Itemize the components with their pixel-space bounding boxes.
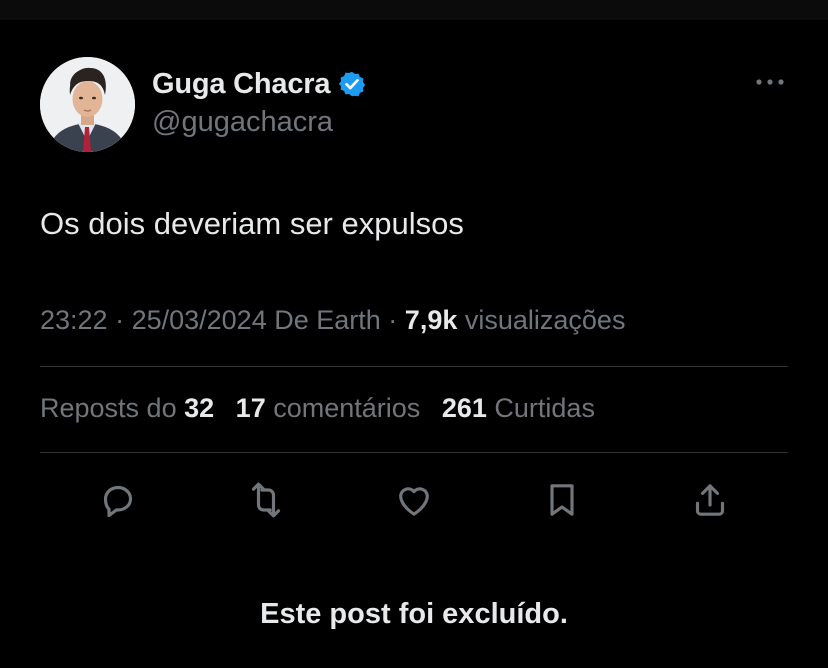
repost-button[interactable] — [238, 472, 294, 528]
avatar[interactable] — [40, 57, 135, 152]
author-handle[interactable]: @gugachacra — [152, 106, 333, 139]
comments-label: comentários — [273, 393, 421, 423]
tweet-date[interactable]: 25/03/2024 — [132, 305, 267, 335]
more-horizontal-icon — [756, 79, 784, 85]
bookmark-button[interactable] — [534, 472, 590, 528]
bookmark-icon — [550, 484, 574, 516]
reply-button[interactable] — [90, 472, 146, 528]
views-count[interactable]: 7,9k — [405, 305, 458, 335]
reposts-count: 32 — [184, 393, 215, 423]
divider — [40, 452, 788, 453]
verified-badge-icon[interactable] — [338, 70, 366, 98]
share-button[interactable] — [682, 472, 738, 528]
action-bar — [0, 472, 828, 528]
author-name[interactable]: Guga Chacra — [152, 68, 331, 101]
meta-separator: · — [107, 305, 132, 335]
like-icon — [399, 487, 429, 516]
tweet-text: Os dois deveriam ser expulsos — [40, 206, 464, 241]
reposts-stat[interactable]: Reposts do 32 — [40, 393, 214, 423]
reposts-label: Reposts do — [40, 393, 177, 423]
avatar-image — [40, 57, 135, 152]
repost-icon — [251, 482, 281, 518]
views-label[interactable]: visualizações — [465, 305, 626, 335]
comments-stat[interactable]: 17 comentários — [236, 393, 421, 423]
meta-separator: · — [380, 305, 405, 335]
engagement-stats: Reposts do 32 17 comentários 261 Curtida… — [40, 393, 595, 424]
more-options-button[interactable] — [752, 68, 788, 96]
deleted-post-notice: Este post foi excluído. — [260, 598, 568, 630]
likes-stat[interactable]: 261 Curtidas — [442, 393, 595, 423]
share-icon — [695, 484, 725, 516]
status-bar — [0, 0, 828, 20]
tweet-time[interactable]: 23:22 — [40, 305, 108, 335]
reply-icon — [103, 485, 133, 518]
tweet-source: De Earth — [274, 305, 381, 335]
likes-label: Curtidas — [494, 393, 595, 423]
likes-count: 261 — [441, 393, 487, 423]
tweet-meta: 23:22 · 25/03/2024 De Earth · 7,9k visua… — [40, 305, 625, 336]
author-row: Guga Chacra — [152, 66, 366, 102]
like-button[interactable] — [386, 472, 442, 528]
comments-count: 17 — [235, 393, 266, 423]
divider — [40, 366, 788, 367]
